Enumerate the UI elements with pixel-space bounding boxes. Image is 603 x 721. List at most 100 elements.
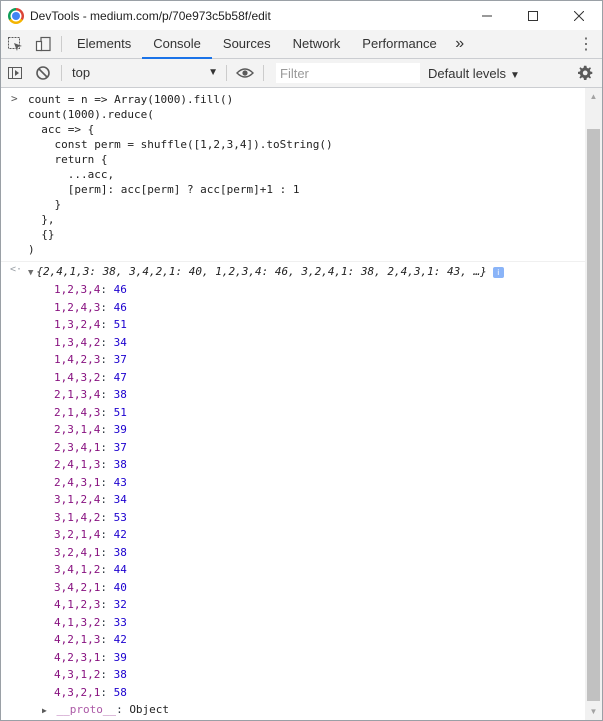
- property-key: 1,4,3,2: [54, 370, 101, 384]
- property-key: 2,3,4,1: [54, 440, 101, 454]
- property-key: 3,2,4,1: [54, 545, 101, 559]
- minimize-button[interactable]: [464, 1, 510, 30]
- property-value: 51: [113, 318, 127, 331]
- property-row: 2,3,4,1: 37: [54, 440, 127, 454]
- info-icon[interactable]: i: [492, 266, 504, 278]
- property-value: 34: [113, 335, 127, 349]
- input-prompt-icon: >: [11, 92, 18, 105]
- tab-sources[interactable]: Sources: [212, 30, 282, 58]
- input-code: count = n => Array(1000).fill() count(100…: [28, 92, 585, 257]
- code-line: return {: [28, 153, 108, 166]
- sidebar-toggle-icon: [8, 67, 22, 79]
- code-line: {}: [28, 228, 55, 241]
- property-value: 47: [113, 370, 127, 384]
- more-tabs-button[interactable]: »: [448, 35, 472, 53]
- title-bar: DevTools - medium.com/p/70e973c5b58f/edi…: [1, 1, 602, 30]
- console-toolbar: top ▼ Default levels▼: [1, 59, 602, 88]
- property-value: 33: [113, 615, 127, 629]
- property-value: 46: [113, 283, 127, 296]
- property-row: 4,2,3,1: 39: [54, 650, 127, 664]
- toolbar-divider: [226, 65, 227, 81]
- property-key: 3,4,1,2: [54, 563, 101, 576]
- device-toolbar-button[interactable]: [29, 30, 57, 58]
- code-line: count = n => Array(1000).fill(): [28, 93, 234, 106]
- expand-triangle-icon[interactable]: ▼: [28, 265, 33, 281]
- collapse-triangle-icon[interactable]: ▶: [42, 702, 47, 719]
- property-value: 51: [113, 405, 127, 419]
- tab-network[interactable]: Network: [282, 30, 352, 58]
- property-key: 1,3,2,4: [54, 318, 101, 331]
- show-sidebar-button[interactable]: [1, 59, 29, 87]
- property-key: 2,4,3,1: [54, 475, 101, 489]
- property-key: 3,1,4,2: [54, 510, 101, 524]
- property-key: 4,2,3,1: [54, 650, 101, 664]
- property-row: 1,3,2,4: 51: [54, 318, 127, 331]
- tab-elements[interactable]: Elements: [66, 30, 142, 58]
- property-row: 4,3,1,2: 38: [54, 668, 127, 681]
- chrome-logo-icon: [8, 7, 24, 24]
- minimize-icon: [482, 15, 492, 16]
- property-value: 39: [113, 423, 127, 436]
- property-row: 2,1,4,3: 51: [54, 405, 127, 419]
- close-button[interactable]: [556, 1, 602, 30]
- property-row: 2,3,1,4: 39: [54, 423, 127, 436]
- clear-console-button[interactable]: [29, 59, 57, 87]
- customize-menu-button[interactable]: ⋮: [576, 30, 596, 58]
- property-value: 58: [113, 685, 127, 699]
- tab-performance[interactable]: Performance: [351, 30, 447, 58]
- property-row: 3,2,1,4: 42: [54, 528, 127, 541]
- property-row: 1,3,4,2: 34: [54, 335, 127, 349]
- property-key: 1,4,2,3: [54, 353, 101, 366]
- property-key: 2,3,1,4: [54, 423, 101, 436]
- object-properties: 1,2,3,4: 46 1,2,4,3: 46 1,3,2,4: 51 1,3,4,2…: [28, 281, 585, 701]
- window-title: DevTools - medium.com/p/70e973c5b58f/edi…: [30, 8, 271, 23]
- inspect-element-button[interactable]: [1, 30, 29, 58]
- property-value: 37: [113, 440, 127, 454]
- property-row: 2,4,1,3: 38: [54, 458, 127, 471]
- console-scrollbar[interactable]: ▲ ▼: [585, 88, 602, 720]
- proto-key: __proto__: [56, 703, 117, 716]
- filter-input[interactable]: [276, 63, 420, 83]
- toolbar-divider: [61, 36, 62, 52]
- property-key: 1,2,4,3: [54, 300, 101, 314]
- maximize-icon: [528, 10, 538, 21]
- property-value: 42: [113, 633, 127, 646]
- code-line: ...acc,: [28, 168, 115, 181]
- scroll-down-arrow-icon[interactable]: ▼: [585, 703, 602, 720]
- console-result-entry: <· ▼ {2,4,1,3: 38, 3,4,2,1: 40, 1,2,3,4: …: [1, 262, 585, 719]
- toolbar-divider: [263, 65, 264, 81]
- live-expression-button[interactable]: [231, 59, 259, 87]
- property-key: 1,2,3,4: [54, 283, 101, 296]
- dropdown-arrow-icon: ▼: [510, 69, 520, 81]
- log-levels-dropdown[interactable]: Default levels ▼: [428, 66, 520, 81]
- property-key: 2,4,1,3: [54, 458, 101, 471]
- gear-icon: [578, 65, 593, 80]
- object-summary[interactable]: ▼ {2,4,1,3: 38, 3,4,2,1: 40, 1,2,3,4: 46,…: [28, 264, 585, 281]
- property-row: 4,1,3,2: 33: [54, 615, 127, 629]
- console-messages[interactable]: > count = n => Array(1000).fill() count(1…: [1, 88, 585, 720]
- property-key: 4,3,1,2: [54, 668, 101, 681]
- object-summary-text: {2,4,1,3: 38, 3,4,2,1: 40, 1,2,3,4: 46, …: [36, 265, 487, 278]
- code-line: [perm]: acc[perm] ? acc[perm]+1 : 1: [28, 183, 300, 196]
- scrollbar-thumb[interactable]: [587, 129, 600, 701]
- property-key: 4,3,2,1: [54, 685, 101, 699]
- property-value: 37: [113, 353, 127, 366]
- maximize-button[interactable]: [510, 1, 556, 30]
- tab-console[interactable]: Console: [142, 30, 212, 59]
- devtools-window: DevTools - medium.com/p/70e973c5b58f/edi…: [0, 0, 603, 721]
- scroll-up-arrow-icon[interactable]: ▲: [585, 88, 602, 105]
- devtools-tab-bar: Elements Console Sources Network Perform…: [1, 30, 602, 59]
- property-row: 3,1,4,2: 53: [54, 510, 127, 524]
- console-settings-button[interactable]: [574, 59, 596, 87]
- property-key: 4,1,3,2: [54, 615, 101, 629]
- property-value: 38: [113, 545, 127, 559]
- code-line: count(1000).reduce(: [28, 108, 154, 121]
- window-controls: [464, 1, 602, 30]
- proto-row[interactable]: ▶ __proto__: Object: [28, 701, 585, 719]
- property-key: 1,3,4,2: [54, 335, 101, 349]
- property-key: 2,1,3,4: [54, 388, 101, 401]
- context-selector-value: top: [72, 65, 91, 80]
- code-line: },: [28, 213, 55, 226]
- property-value: 39: [113, 650, 127, 664]
- context-selector[interactable]: top ▼: [66, 59, 222, 87]
